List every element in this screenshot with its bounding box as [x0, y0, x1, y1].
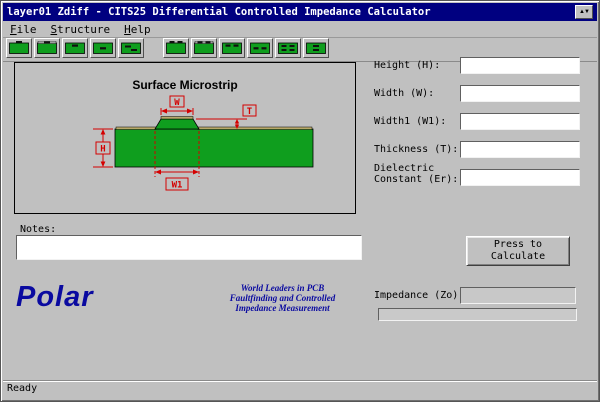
- toolbar-stripline-button[interactable]: [90, 38, 116, 58]
- structure-diagram: W T H W1: [15, 93, 353, 211]
- width1-label: Width1 (W1):: [374, 116, 468, 127]
- diff-stripline-icon: [250, 41, 270, 55]
- tagline-line: Impedance Measurement: [200, 303, 365, 313]
- menu-bar: File Structure Help: [3, 21, 597, 38]
- toolbar-diff-surface-microstrip-button[interactable]: [163, 38, 189, 58]
- dielectric-constant-label: Dielectric Constant (Er):: [374, 163, 468, 185]
- calculate-button[interactable]: Press to Calculate: [466, 236, 570, 266]
- structure-diagram-panel: Surface Microstrip W T H W1: [14, 62, 356, 214]
- stripline-icon: [93, 41, 113, 55]
- notes-input[interactable]: [16, 235, 362, 260]
- toolbar-surface-microstrip-button[interactable]: [6, 38, 32, 58]
- dim-label-w: W: [174, 98, 180, 108]
- title-bar[interactable]: layer01 Zdiff - CITS25 Differential Cont…: [3, 3, 597, 21]
- menu-structure[interactable]: Structure: [44, 22, 118, 37]
- surface-microstrip-icon: [9, 41, 29, 55]
- toolbar-embedded-microstrip-button[interactable]: [62, 38, 88, 58]
- width-input[interactable]: [460, 85, 580, 102]
- brand-tagline: World Leaders in PCB Faultfinding and Co…: [200, 283, 365, 313]
- height-label: Height (H):: [374, 60, 468, 71]
- thickness-label: Thickness (T):: [374, 144, 468, 155]
- notes-label: Notes:: [20, 224, 56, 235]
- status-text: Ready: [7, 383, 37, 394]
- diff-coated-microstrip-icon: [194, 41, 214, 55]
- window-restore-button[interactable]: ▲▼: [575, 5, 593, 19]
- dim-label-h: H: [100, 145, 105, 155]
- thickness-input[interactable]: [460, 141, 580, 158]
- toolbar-diff-broadside-stripline-button[interactable]: [303, 38, 329, 58]
- dim-label-t: T: [247, 107, 253, 117]
- embedded-microstrip-icon: [65, 41, 85, 55]
- menu-help[interactable]: Help: [117, 22, 158, 37]
- restore-arrows-icon: ▲▼: [579, 9, 589, 15]
- diff-embedded-microstrip-icon: [222, 41, 242, 55]
- substrate-shape: [115, 129, 313, 167]
- dielectric-constant-input[interactable]: [460, 169, 580, 186]
- toolbar-group-1: [6, 38, 144, 58]
- menu-file[interactable]: File: [3, 22, 44, 37]
- impedance-output: [460, 287, 576, 304]
- dim-label-w1: W1: [172, 181, 183, 191]
- coated-microstrip-icon: [37, 41, 57, 55]
- diff-broadside-stripline-icon: [306, 41, 326, 55]
- toolbar-diff-coated-microstrip-button[interactable]: [191, 38, 217, 58]
- tagline-line: World Leaders in PCB: [200, 283, 365, 293]
- toolbar-group-2: [163, 38, 329, 58]
- polar-logo: Polar: [16, 281, 94, 314]
- diff-surface-microstrip-icon: [166, 41, 186, 55]
- toolbar-coated-microstrip-button[interactable]: [34, 38, 60, 58]
- toolbar-diff-stripline-button[interactable]: [247, 38, 273, 58]
- tagline-line: Faultfinding and Controlled: [200, 293, 365, 303]
- trace-shape: [155, 119, 199, 129]
- structure-title: Surface Microstrip: [15, 78, 355, 92]
- dual-stripline-icon: [121, 41, 141, 55]
- toolbar-dual-stripline-button[interactable]: [118, 38, 144, 58]
- progress-bar: [378, 308, 577, 321]
- toolbar-diff-embedded-microstrip-button[interactable]: [219, 38, 245, 58]
- width1-input[interactable]: [460, 113, 580, 130]
- window-title: layer01 Zdiff - CITS25 Differential Cont…: [7, 6, 431, 18]
- diff-dual-stripline-icon: [278, 41, 298, 55]
- toolbar-diff-dual-stripline-button[interactable]: [275, 38, 301, 58]
- width-label: Width (W):: [374, 88, 468, 99]
- height-input[interactable]: [460, 57, 580, 74]
- impedance-label: Impedance (Zo):: [374, 290, 464, 301]
- status-bar: Ready: [3, 380, 597, 399]
